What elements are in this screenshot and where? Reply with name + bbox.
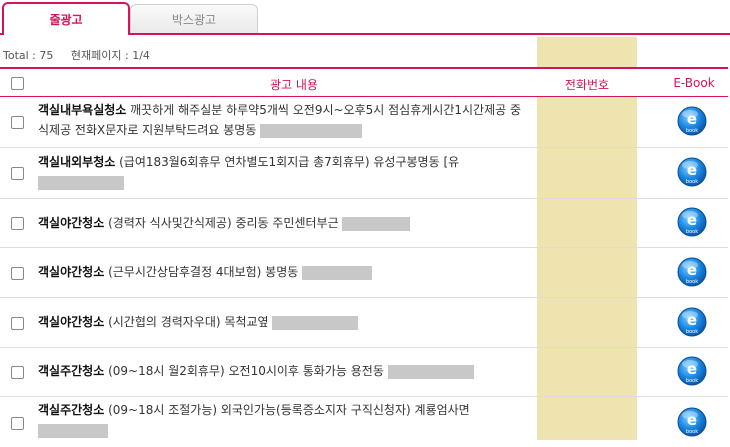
ad-title[interactable]: 객실주간청소	[38, 364, 104, 378]
svg-text:book: book	[686, 279, 698, 285]
redacted-text	[342, 216, 411, 231]
ebook-icon[interactable]: e book	[677, 356, 707, 388]
ad-description: (시간협의 경력자우대) 목척교옆	[104, 315, 269, 329]
ad-content[interactable]: 객실주간청소 (09~18시 조절가능) 외국인가능(등록증소지자 구직신청자)…	[38, 400, 530, 440]
ad-content[interactable]: 객실야간청소 (근무시간상담후결정 4대보험) 봉명동	[38, 262, 530, 282]
redacted-text	[38, 423, 108, 438]
total-count: 75	[39, 49, 54, 62]
table-row: 객실야간청소 (경력자 식사및간식제공) 중리동 주민센터부근 e book	[0, 199, 728, 248]
ad-content[interactable]: 객실야간청소 (경력자 식사및간식제공) 중리동 주민센터부근	[38, 213, 530, 233]
ad-title[interactable]: 객실야간청소	[38, 315, 104, 329]
row-checkbox[interactable]	[11, 266, 24, 280]
row-checkbox[interactable]	[11, 417, 24, 430]
ad-type-tabs: 줄광고 박스광고	[0, 0, 730, 35]
ad-title[interactable]: 객실야간청소	[38, 265, 104, 279]
redacted-text	[38, 175, 124, 190]
row-checkbox[interactable]	[11, 217, 24, 230]
page-indicator: 1/4	[132, 49, 150, 62]
page-label: 현재페이지 :	[70, 49, 129, 62]
column-ebook: E-Book	[673, 76, 715, 90]
ad-description: (09~18시 월2회휴무) 오전10시이후 통화가능 용전동	[104, 364, 384, 378]
table-body: 객실내부욕실청소 깨끗하게 해주실분 하루약5개씩 오전9시~오후5시 점심휴게…	[0, 97, 728, 447]
ebook-icon[interactable]: e book	[677, 407, 707, 439]
row-checkbox[interactable]	[11, 167, 24, 180]
ad-description: (급여183월6회휴무 연차별도1회지급 총7회휴무) 유성구봉명동 [유	[115, 155, 460, 169]
ad-description: (09~18시 조절가능) 외국인가능(등록증소지자 구직신청자) 계룡엄사면	[104, 403, 470, 417]
row-checkbox[interactable]	[11, 116, 24, 129]
ad-title[interactable]: 객실내외부청소	[38, 155, 115, 169]
redacted-text	[302, 265, 373, 280]
redacted-text	[387, 364, 474, 379]
row-checkbox[interactable]	[11, 316, 24, 330]
svg-text:book: book	[686, 179, 698, 185]
table-header: 광고 내용 전화번호 E-Book	[0, 67, 728, 97]
table-row: 객실주간청소 (09~18시 조절가능) 외국인가능(등록증소지자 구직신청자)…	[0, 397, 728, 447]
svg-text:e: e	[687, 110, 697, 128]
svg-text:e: e	[687, 311, 697, 329]
ad-title[interactable]: 객실주간청소	[38, 403, 104, 417]
ad-title[interactable]: 객실내부욕실청소	[38, 103, 126, 117]
column-ad-content: 광고 내용	[270, 78, 318, 92]
ebook-icon[interactable]: e book	[677, 106, 707, 138]
ad-content[interactable]: 객실주간청소 (09~18시 월2회휴무) 오전10시이후 통화가능 용전동	[38, 361, 530, 381]
svg-text:book: book	[686, 429, 698, 435]
ebook-icon[interactable]: e book	[677, 207, 707, 239]
ad-list-table: 광고 내용 전화번호 E-Book 객실내부욕실청소 깨끗하게 해주실분 하루약…	[0, 67, 728, 447]
ebook-icon[interactable]: e book	[677, 157, 707, 189]
table-row: 객실야간청소 (시간협의 경력자우대) 목척교옆 e book	[0, 298, 728, 348]
ebook-icon[interactable]: e book	[677, 307, 707, 339]
ad-content[interactable]: 객실내외부청소 (급여183월6회휴무 연차별도1회지급 총7회휴무) 유성구봉…	[38, 152, 530, 192]
svg-text:e: e	[687, 360, 697, 378]
svg-text:e: e	[687, 211, 697, 229]
column-phone: 전화번호	[564, 78, 610, 92]
redacted-text	[272, 315, 359, 330]
svg-text:book: book	[686, 378, 698, 384]
select-all-checkbox[interactable]	[11, 77, 24, 90]
ad-title[interactable]: 객실야간청소	[38, 216, 104, 230]
ad-content[interactable]: 객실야간청소 (시간협의 경력자우대) 목척교옆	[38, 312, 530, 332]
list-info: Total : 75 현재페이지 : 1/4	[3, 47, 150, 63]
svg-text:book: book	[686, 229, 698, 235]
ad-description: (경력자 식사및간식제공) 중리동 주민센터부근	[104, 216, 339, 230]
ebook-icon[interactable]: e book	[677, 257, 707, 289]
table-row: 객실내외부청소 (급여183월6회휴무 연차별도1회지급 총7회휴무) 유성구봉…	[0, 148, 728, 199]
tab-line-ads[interactable]: 줄광고	[2, 2, 130, 35]
table-row: 객실야간청소 (근무시간상담후결정 4대보험) 봉명동 e book	[0, 248, 728, 298]
table-row: 객실주간청소 (09~18시 월2회휴무) 오전10시이후 통화가능 용전동 e…	[0, 348, 728, 397]
tab-box-ads[interactable]: 박스광고	[130, 4, 258, 34]
ad-content[interactable]: 객실내부욕실청소 깨끗하게 해주실분 하루약5개씩 오전9시~오후5시 점심휴게…	[38, 100, 530, 140]
table-row: 객실내부욕실청소 깨끗하게 해주실분 하루약5개씩 오전9시~오후5시 점심휴게…	[0, 97, 728, 148]
ad-description: (근무시간상담후결정 4대보험) 봉명동	[104, 265, 299, 279]
svg-text:e: e	[687, 161, 697, 179]
svg-text:book: book	[686, 329, 698, 335]
total-label: Total :	[3, 49, 36, 62]
redacted-text	[260, 123, 363, 138]
svg-text:e: e	[687, 411, 697, 429]
svg-text:book: book	[686, 128, 698, 134]
row-checkbox[interactable]	[11, 366, 24, 379]
svg-text:e: e	[687, 261, 697, 279]
